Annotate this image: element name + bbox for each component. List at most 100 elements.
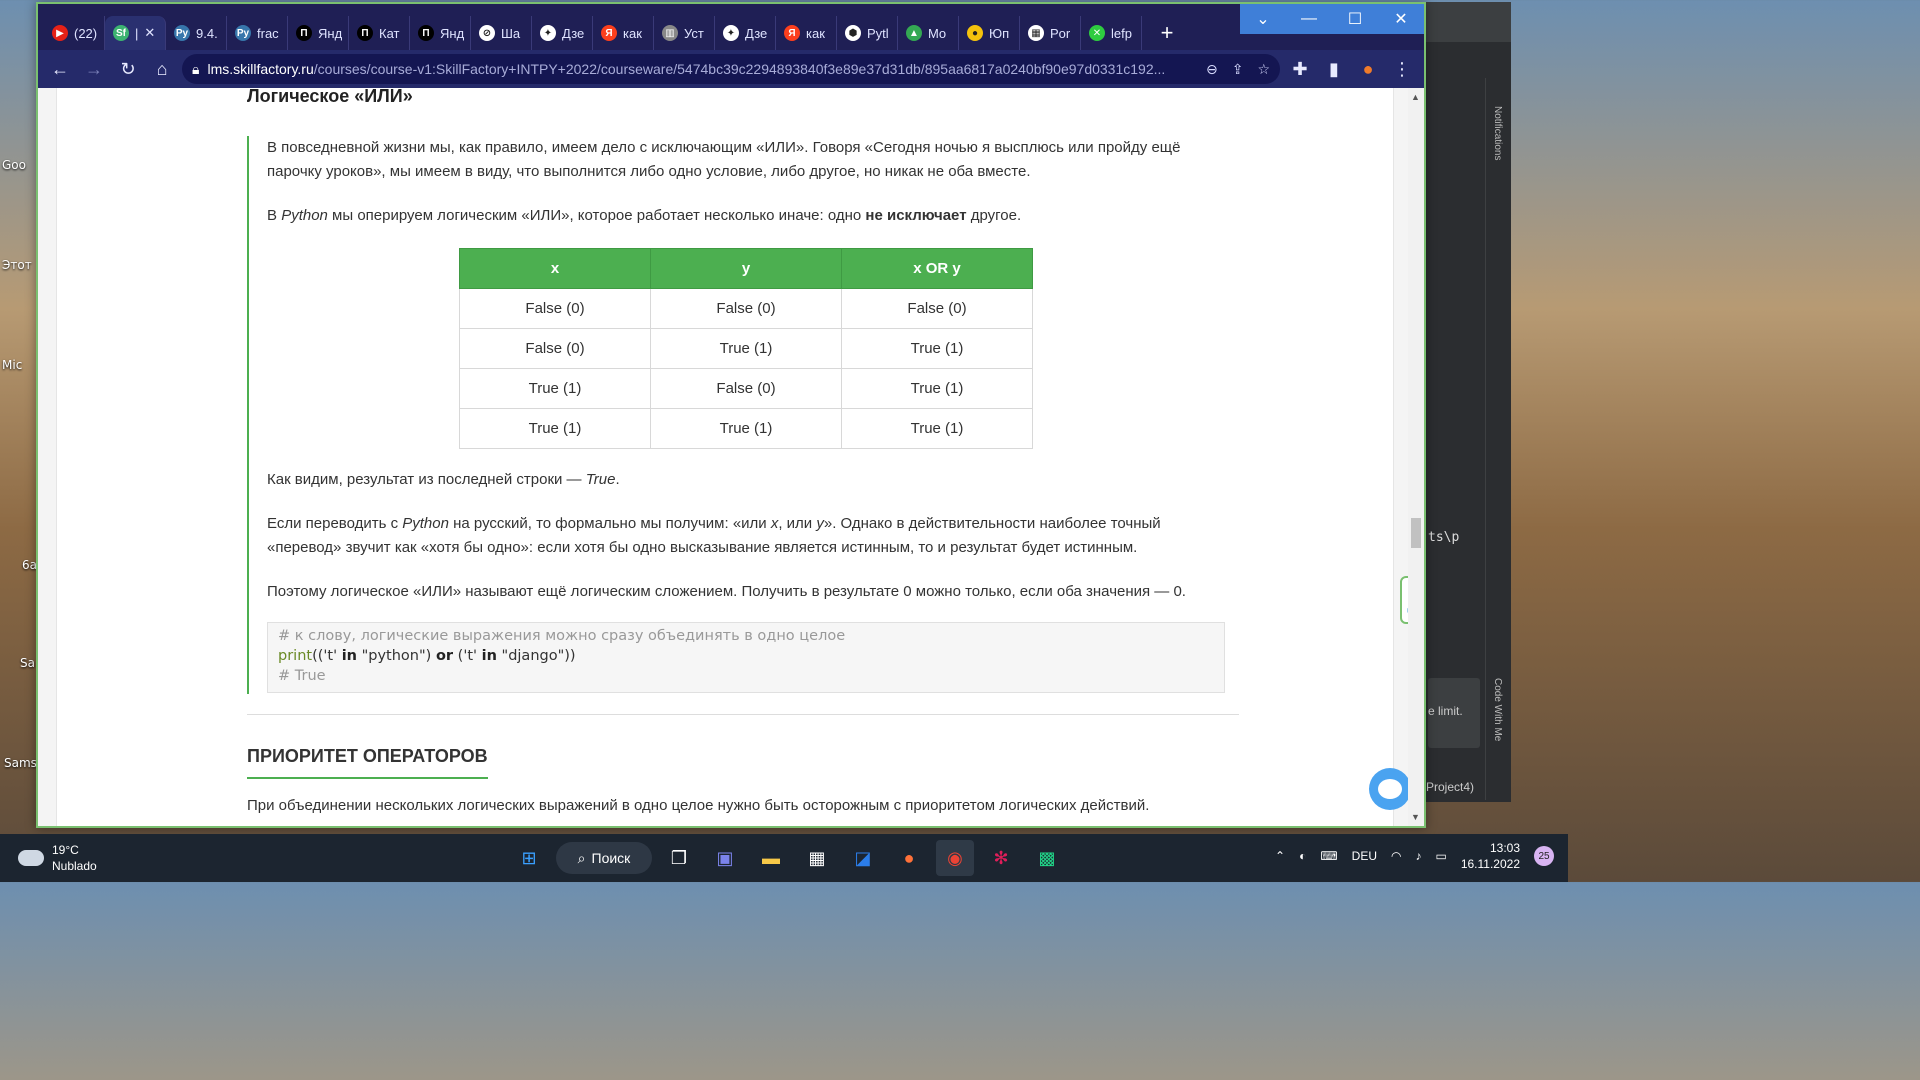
ide-notifications-label[interactable]: Notifications	[1492, 106, 1503, 160]
clock-time: 13:03	[1489, 841, 1520, 855]
browser-tab[interactable]: ✕ lefp	[1081, 16, 1142, 50]
page-scrollbar[interactable]: ▲ ▼	[1408, 88, 1424, 826]
scroll-down-icon[interactable]: ▼	[1411, 812, 1420, 822]
chrome-icon[interactable]: ◉	[936, 840, 974, 876]
browser-tab[interactable]: П Янд	[410, 16, 471, 50]
tab-label: lefp	[1111, 25, 1132, 41]
zoom-icon[interactable]: ⊖	[1206, 61, 1218, 78]
forward-icon[interactable]: →	[80, 55, 108, 83]
scrollbar-thumb[interactable]	[1411, 518, 1421, 548]
search-icon: ⌕	[577, 849, 586, 866]
store-icon[interactable]: ▦	[798, 840, 836, 876]
browser-tab[interactable]: ▶ (22)	[44, 16, 105, 50]
slack-icon[interactable]: ✻	[982, 840, 1020, 876]
text-em: y	[816, 515, 824, 532]
browser-tab[interactable]: ● Юп	[959, 16, 1020, 50]
browser-tab[interactable]: ✦ Дзе	[532, 16, 593, 50]
minimize-icon[interactable]: —	[1286, 4, 1332, 34]
scroll-up-icon[interactable]: ▲	[1411, 92, 1420, 102]
browser-tab[interactable]: ⊘ Ша	[471, 16, 532, 50]
table-cell: False (0)	[650, 368, 842, 409]
vscode-like-app-icon[interactable]: ◪	[844, 840, 882, 876]
profile-avatar[interactable]: ●	[1354, 55, 1382, 83]
wifi-icon[interactable]: ◠	[1391, 849, 1401, 863]
browser-tab[interactable]: Sf | ✕	[105, 16, 166, 50]
menu-icon[interactable]: ⋮	[1388, 55, 1416, 83]
browser-tab[interactable]: П Кат	[349, 16, 410, 50]
reload-icon[interactable]: ↻	[114, 55, 142, 83]
start-icon[interactable]: ⊞	[510, 840, 548, 876]
cloud-icon	[18, 850, 44, 866]
new-tab-button[interactable]: +	[1152, 18, 1182, 48]
bookmark-star-icon[interactable]: ☆	[1257, 61, 1270, 78]
code-punct: ((	[312, 648, 324, 664]
browser-tab[interactable]: ⬢ Pytl	[837, 16, 898, 50]
weather-widget[interactable]: 19°C Nublado	[18, 842, 97, 874]
text-span: другое.	[966, 207, 1022, 224]
desktop-icon-label[interactable]: Mic	[2, 358, 22, 372]
browser-tab[interactable]: Py frac	[227, 16, 288, 50]
back-icon[interactable]: ←	[46, 55, 74, 83]
chat-app-icon[interactable]: ▣	[706, 840, 744, 876]
firefox-icon[interactable]: ●	[890, 840, 928, 876]
browser-tab[interactable]: ✦ Дзе	[715, 16, 776, 50]
tab-label: как	[806, 25, 825, 41]
table-row: True (1) False (0) True (1)	[459, 368, 1033, 409]
browser-tab[interactable]: Py 9.4.	[166, 16, 227, 50]
desktop-icon-label[interactable]: Sams	[4, 756, 37, 770]
tray-app-icon[interactable]: ◐	[1299, 849, 1306, 863]
browser-tab[interactable]: Якак	[776, 16, 837, 50]
desktop-icon-label[interactable]: Sa	[20, 656, 35, 670]
notification-badge[interactable]: 25	[1534, 846, 1554, 866]
browser-tab[interactable]: Якак	[593, 16, 654, 50]
address-bar[interactable]: 🔒︎ lms.skillfactory.ru/courses/course-v1…	[182, 54, 1280, 84]
keyboard-icon[interactable]: ⌨	[1320, 849, 1337, 863]
tab-favicon-icon: ⬢	[845, 25, 861, 41]
tab-bar: ▶ (22) Sf | ✕ Py 9.4. Py frac П Янд П Кат П Янд ⊘ Ша ✦ Дзе…	[38, 4, 1424, 50]
tab-label: Дзе	[745, 25, 768, 41]
battery-icon[interactable]: ▭	[1435, 849, 1446, 863]
text-em: Python	[402, 515, 449, 532]
browser-tab[interactable]: П Янд	[288, 16, 349, 50]
tab-search-icon[interactable]: ⌄	[1240, 4, 1286, 34]
table-cell: False (0)	[650, 288, 842, 329]
home-icon[interactable]: ⌂	[148, 55, 176, 83]
weather-temp: 19°C	[52, 843, 79, 857]
tab-label: Ша	[501, 25, 521, 41]
desktop-icon-label[interactable]: 6a	[22, 558, 37, 572]
tab-close-icon[interactable]: ✕	[144, 25, 155, 41]
truth-table-or: x y x OR y False (0) False (0) False (0)…	[459, 248, 1033, 449]
chevron-up-icon[interactable]: ⌃	[1275, 849, 1285, 863]
desktop-icon-label[interactable]: Этот	[2, 258, 32, 272]
tab-favicon-icon: Sf	[113, 25, 129, 41]
code-block[interactable]: # к слову, логические выражения можно ср…	[267, 622, 1225, 693]
maximize-icon[interactable]: ☐	[1332, 4, 1378, 34]
browser-tab[interactable]: ▥ Уст	[654, 16, 715, 50]
volume-icon[interactable]: ♪	[1415, 849, 1421, 863]
table-row: False (0) False (0) False (0)	[459, 288, 1033, 329]
chat-widget-button[interactable]	[1369, 768, 1411, 810]
browser-tab[interactable]: ▦ Por	[1020, 16, 1081, 50]
file-explorer-icon[interactable]: ▬	[752, 840, 790, 876]
side-panel-icon[interactable]: ▮	[1320, 55, 1348, 83]
desktop-icon-label[interactable]: Goo	[2, 158, 26, 172]
text-span: на русский, то формально мы получим: «ил…	[448, 515, 771, 532]
lock-icon[interactable]: 🔒︎	[192, 61, 199, 78]
browser-tab[interactable]: ▲ Mo	[898, 16, 959, 50]
ide-code-fragment: ts\p	[1428, 530, 1460, 545]
clock[interactable]: 13:03 16.11.2022	[1461, 840, 1520, 872]
taskbar-search[interactable]: ⌕ Поиск	[556, 842, 652, 874]
pycharm-icon[interactable]: ▩	[1028, 840, 1066, 876]
close-icon[interactable]: ✕	[1378, 4, 1424, 34]
task-view-icon[interactable]: ❐	[660, 840, 698, 876]
extensions-icon[interactable]: ✚	[1286, 55, 1314, 83]
language-indicator[interactable]: DEU	[1352, 849, 1377, 863]
clock-date: 16.11.2022	[1460, 857, 1520, 871]
tab-favicon-icon: ●	[967, 25, 983, 41]
code-punct: ))	[564, 648, 576, 664]
table-cell: True (1)	[650, 408, 842, 449]
share-icon[interactable]: ⇪	[1232, 61, 1244, 78]
ide-code-with-me-label[interactable]: Code With Me	[1492, 678, 1503, 741]
table-cell: True (1)	[459, 408, 651, 449]
code-string: 't'	[323, 648, 338, 664]
